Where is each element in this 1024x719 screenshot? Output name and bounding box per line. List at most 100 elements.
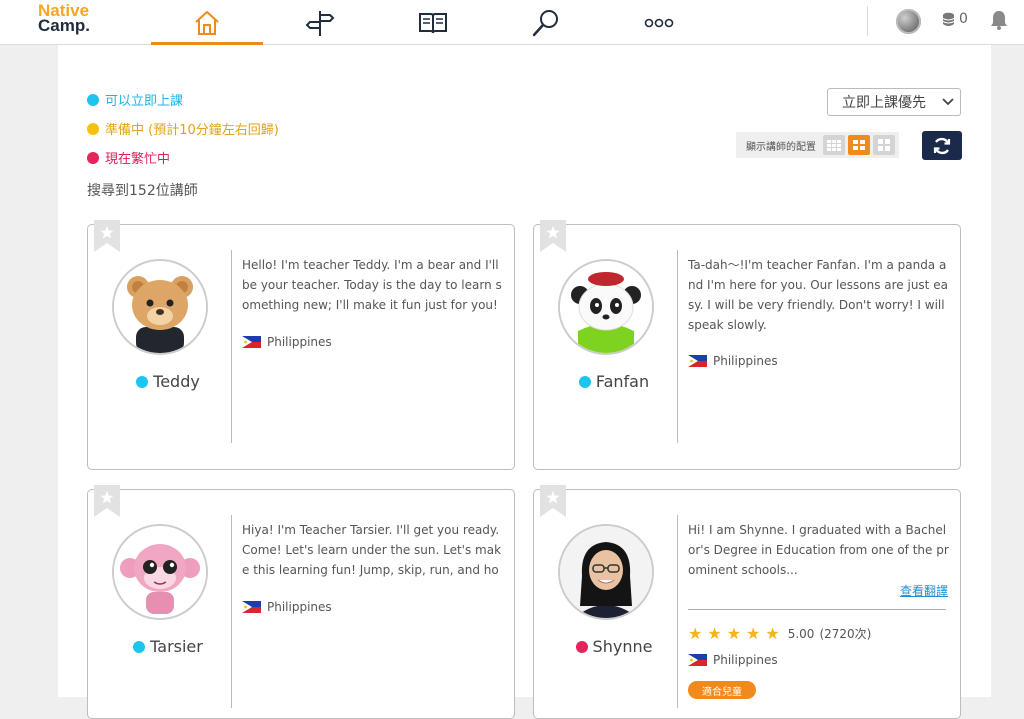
teacher-photo[interactable] (558, 259, 654, 355)
legend-preparing: 準備中 (預計10分鐘左右回歸) (87, 114, 279, 143)
teacher-name[interactable]: Fanfan (564, 372, 664, 391)
status-dot-preparing (87, 122, 99, 135)
teacher-card-shynne[interactable]: Shynne Hi! I am Shynne. I graduated with… (533, 485, 961, 719)
star-icon: ★ (707, 623, 722, 643)
status-dot-available (136, 375, 149, 388)
teacher-search-panel: 可以立即上課 準備中 (預計10分鐘左右回歸) 現在繁忙中 搜尋到152位講師 … (58, 45, 991, 719)
country-label: Philippines (267, 600, 332, 614)
teacher-name[interactable]: Teddy (118, 372, 218, 391)
teacher-photo[interactable] (112, 524, 208, 620)
teacher-card-tarsier[interactable]: Tarsier Hiya! I'm Teacher Tarsier. I'll … (87, 485, 515, 719)
grid-3-icon (827, 139, 841, 151)
view-translation-link[interactable]: 查看翻譯 (900, 582, 948, 599)
teacher-country: Philippines (242, 335, 332, 349)
teacher-name[interactable]: Tarsier (118, 637, 218, 656)
bear-avatar-image (114, 261, 206, 353)
card-divider (231, 515, 232, 708)
teacher-card-teddy[interactable]: Teddy Hello! I'm teacher Teddy. I'm a be… (87, 220, 515, 470)
result-count: 搜尋到152位講師 (87, 183, 198, 199)
bookmark-star-icon[interactable] (540, 220, 566, 252)
legend-busy-label: 現在繁忙中 (105, 152, 171, 167)
teacher-country: Philippines (688, 653, 778, 667)
status-dot-available (87, 93, 99, 106)
top-navbar: Native Camp. 0 (0, 0, 1024, 45)
status-dot-available (578, 375, 591, 388)
more-icon (644, 18, 674, 27)
teacher-photo[interactable] (112, 259, 208, 355)
layout-medium-button[interactable] (848, 135, 870, 155)
philippines-flag-icon (242, 336, 261, 348)
nav-signpost[interactable] (264, 0, 376, 45)
panda-avatar-image (560, 261, 652, 353)
coin-balance[interactable]: 0 (942, 11, 968, 27)
teacher-country: Philippines (688, 354, 778, 368)
teacher-name-label: Teddy (153, 372, 200, 391)
sort-select[interactable]: 立即上課優先 (827, 88, 961, 116)
card-divider (677, 515, 678, 708)
philippines-flag-icon (242, 601, 261, 613)
kids-friendly-badge: 適合兒童 (688, 681, 756, 699)
teacher-intro: Hi! I am Shynne. I graduated with a Bach… (688, 523, 949, 577)
teacher-rating: ★ ★ ★ ★ ★ 5.00 (2720次) (688, 625, 871, 642)
layout-list-button[interactable] (823, 135, 845, 155)
country-label: Philippines (713, 653, 778, 667)
status-dot-busy (575, 640, 588, 653)
legend-available-label: 可以立即上課 (105, 94, 184, 109)
layout-large-button[interactable] (873, 135, 895, 155)
bell-icon (991, 11, 1007, 30)
teacher-photo[interactable] (558, 524, 654, 620)
star-icon: ★ (726, 623, 742, 643)
coin-count: 0 (959, 11, 968, 27)
native-camp-logo[interactable]: Native Camp. (38, 2, 90, 35)
signpost-icon (305, 10, 335, 36)
home-icon (195, 10, 219, 35)
teacher-name-label: Shynne (592, 637, 653, 656)
star-icon: ★ (746, 623, 761, 643)
refresh-icon (933, 137, 951, 154)
status-dot-busy (87, 151, 99, 164)
nav-search[interactable] (490, 0, 602, 45)
logo-line-2: Camp. (38, 16, 90, 35)
rating-value: 5.00 (787, 626, 815, 641)
nav-more[interactable] (603, 0, 715, 45)
teacher-country: Philippines (242, 600, 332, 614)
teacher-intro: Ta-dah～!I'm teacher Fanfan. I'm a panda … (688, 258, 948, 332)
nav-textbook[interactable] (377, 0, 489, 45)
philippines-flag-icon (688, 654, 707, 666)
layout-toggle-label: 顯示講師的配置 (746, 141, 816, 153)
legend-busy: 現在繁忙中 (87, 143, 279, 172)
status-legend: 可以立即上課 準備中 (預計10分鐘左右回歸) 現在繁忙中 (87, 85, 279, 172)
search-icon (532, 9, 558, 36)
teacher-name[interactable]: Shynne (564, 637, 664, 656)
star-icon: ★ (765, 623, 780, 643)
grid-2-icon (853, 140, 865, 150)
country-label: Philippines (713, 354, 778, 368)
book-icon (419, 12, 447, 33)
legend-preparing-label: 準備中 (預計10分鐘左右回歸) (105, 123, 279, 138)
coins-icon (942, 12, 955, 26)
rating-count: (2720次) (819, 627, 872, 641)
teacher-intro: Hiya! I'm Teacher Tarsier. I'll get you … (242, 523, 502, 577)
teacher-name-label: Fanfan (595, 372, 650, 391)
bookmark-star-icon[interactable] (94, 220, 120, 252)
teacher-portrait-image (560, 526, 652, 618)
philippines-flag-icon (688, 355, 707, 367)
legend-available: 可以立即上課 (87, 85, 279, 114)
sort-selected-label: 立即上課優先 (842, 95, 926, 111)
bookmark-star-icon[interactable] (540, 485, 566, 517)
nav-home[interactable] (151, 0, 263, 45)
status-dot-available (133, 640, 146, 653)
card-divider (231, 250, 232, 443)
tarsier-avatar-image (114, 526, 206, 618)
teacher-card-fanfan[interactable]: Fanfan Ta-dah～!I'm teacher Fanfan. I'm a… (533, 220, 961, 470)
user-avatar[interactable] (896, 9, 921, 34)
bookmark-star-icon[interactable] (94, 485, 120, 517)
refresh-button[interactable] (922, 131, 962, 160)
teacher-name-label: Tarsier (150, 637, 203, 656)
card-divider (677, 250, 678, 443)
country-label: Philippines (267, 335, 332, 349)
chevron-down-icon (942, 98, 954, 106)
teacher-intro: Hello! I'm teacher Teddy. I'm a bear and… (242, 258, 502, 312)
notifications-button[interactable] (990, 10, 1008, 34)
star-icon: ★ (688, 623, 703, 643)
